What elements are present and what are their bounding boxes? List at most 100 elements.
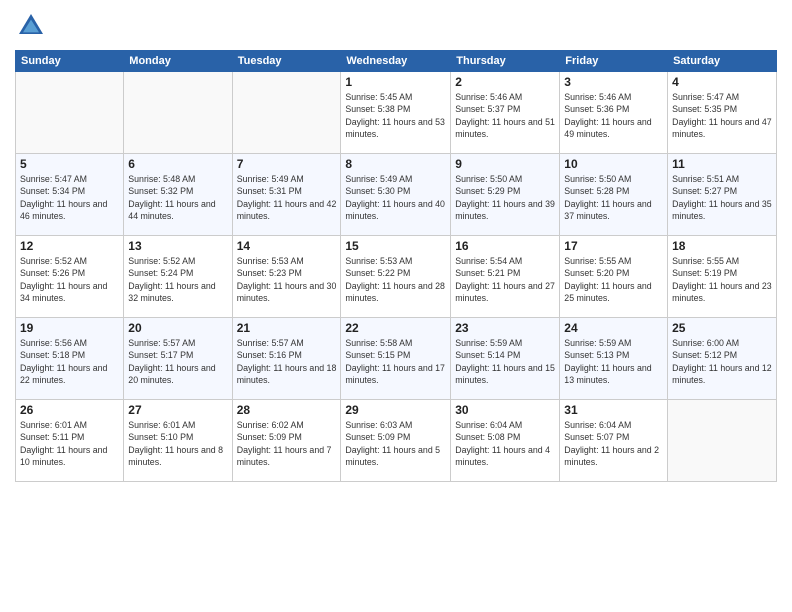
cell-info: Sunrise: 5:55 AMSunset: 5:20 PMDaylight:… (564, 255, 663, 304)
calendar-cell: 3 Sunrise: 5:46 AMSunset: 5:36 PMDaylight… (560, 72, 668, 154)
calendar-cell: 12 Sunrise: 5:52 AMSunset: 5:26 PMDayligh… (16, 236, 124, 318)
calendar-cell: 10 Sunrise: 5:50 AMSunset: 5:28 PMDayligh… (560, 154, 668, 236)
cell-info: Sunrise: 6:01 AMSunset: 5:10 PMDaylight:… (128, 419, 227, 468)
calendar-header-wednesday: Wednesday (341, 51, 451, 72)
cell-day-number: 18 (672, 239, 772, 253)
calendar-cell: 20Sunrise: 5:57 AMSunset: 5:17 PMDayligh… (124, 318, 232, 400)
calendar-cell: 8 Sunrise: 5:49 AMSunset: 5:30 PMDaylight… (341, 154, 451, 236)
cell-day-number: 7 (237, 157, 337, 171)
calendar-cell: 14Sunrise: 5:53 AMSunset: 5:23 PMDayligh… (232, 236, 341, 318)
cell-day-number: 10 (564, 157, 663, 171)
calendar-week-5: 26 Sunrise: 6:01 AMSunset: 5:11 PMDayligh… (16, 400, 777, 482)
cell-info: Sunrise: 5:56 AMSunset: 5:18 PMDaylight:… (20, 337, 119, 386)
cell-info: Sunrise: 5:58 AMSunset: 5:15 PMDaylight:… (345, 337, 446, 386)
cell-info: Sunrise: 5:54 AMSunset: 5:21 PMDaylight:… (455, 255, 555, 304)
calendar-header-friday: Friday (560, 51, 668, 72)
cell-day-number: 29 (345, 403, 446, 417)
cell-day-number: 26 (20, 403, 119, 417)
cell-info: Sunrise: 5:49 AMSunset: 5:30 PMDaylight:… (345, 173, 446, 222)
cell-day-number: 25 (672, 321, 772, 335)
calendar-cell: 21 Sunrise: 5:57 AMSunset: 5:16 PMDayligh… (232, 318, 341, 400)
calendar-week-3: 12 Sunrise: 5:52 AMSunset: 5:26 PMDayligh… (16, 236, 777, 318)
cell-day-number: 28 (237, 403, 337, 417)
calendar-cell: 27 Sunrise: 6:01 AMSunset: 5:10 PMDayligh… (124, 400, 232, 482)
calendar-cell (124, 72, 232, 154)
calendar-cell: 18 Sunrise: 5:55 AMSunset: 5:19 PMDayligh… (668, 236, 777, 318)
calendar-cell: 29 Sunrise: 6:03 AMSunset: 5:09 PMDayligh… (341, 400, 451, 482)
cell-day-number: 13 (128, 239, 227, 253)
cell-info: Sunrise: 5:51 AMSunset: 5:27 PMDaylight:… (672, 173, 772, 222)
cell-day-number: 2 (455, 75, 555, 89)
cell-info: Sunrise: 6:04 AMSunset: 5:08 PMDaylight:… (455, 419, 555, 468)
cell-day-number: 12 (20, 239, 119, 253)
calendar-cell: 31Sunrise: 6:04 AMSunset: 5:07 PMDayligh… (560, 400, 668, 482)
cell-info: Sunrise: 5:57 AMSunset: 5:16 PMDaylight:… (237, 337, 337, 386)
calendar-header-tuesday: Tuesday (232, 51, 341, 72)
cell-day-number: 17 (564, 239, 663, 253)
cell-info: Sunrise: 6:03 AMSunset: 5:09 PMDaylight:… (345, 419, 446, 468)
calendar-header-row: SundayMondayTuesdayWednesdayThursdayFrid… (16, 51, 777, 72)
calendar-cell: 24 Sunrise: 5:59 AMSunset: 5:13 PMDayligh… (560, 318, 668, 400)
cell-info: Sunrise: 5:48 AMSunset: 5:32 PMDaylight:… (128, 173, 227, 222)
calendar-cell: 22 Sunrise: 5:58 AMSunset: 5:15 PMDayligh… (341, 318, 451, 400)
cell-day-number: 27 (128, 403, 227, 417)
cell-day-number: 30 (455, 403, 555, 417)
calendar-cell: 5 Sunrise: 5:47 AMSunset: 5:34 PMDaylight… (16, 154, 124, 236)
cell-info: Sunrise: 5:49 AMSunset: 5:31 PMDaylight:… (237, 173, 337, 222)
calendar-cell: 30 Sunrise: 6:04 AMSunset: 5:08 PMDayligh… (451, 400, 560, 482)
calendar-cell: 25 Sunrise: 6:00 AMSunset: 5:12 PMDayligh… (668, 318, 777, 400)
calendar-cell: 9 Sunrise: 5:50 AMSunset: 5:29 PMDaylight… (451, 154, 560, 236)
cell-info: Sunrise: 6:01 AMSunset: 5:11 PMDaylight:… (20, 419, 119, 468)
cell-info: Sunrise: 5:46 AMSunset: 5:36 PMDaylight:… (564, 91, 663, 140)
cell-day-number: 15 (345, 239, 446, 253)
cell-info: Sunrise: 6:00 AMSunset: 5:12 PMDaylight:… (672, 337, 772, 386)
calendar-week-2: 5 Sunrise: 5:47 AMSunset: 5:34 PMDaylight… (16, 154, 777, 236)
calendar-cell (232, 72, 341, 154)
logo-icon (15, 10, 47, 42)
cell-info: Sunrise: 6:04 AMSunset: 5:07 PMDaylight:… (564, 419, 663, 468)
cell-day-number: 9 (455, 157, 555, 171)
cell-info: Sunrise: 5:50 AMSunset: 5:28 PMDaylight:… (564, 173, 663, 222)
cell-day-number: 11 (672, 157, 772, 171)
calendar-cell: 4 Sunrise: 5:47 AMSunset: 5:35 PMDaylight… (668, 72, 777, 154)
cell-day-number: 8 (345, 157, 446, 171)
calendar-cell (16, 72, 124, 154)
calendar-cell: 1Sunrise: 5:45 AMSunset: 5:38 PMDaylight… (341, 72, 451, 154)
cell-day-number: 24 (564, 321, 663, 335)
calendar-cell: 28Sunrise: 6:02 AMSunset: 5:09 PMDayligh… (232, 400, 341, 482)
cell-info: Sunrise: 5:52 AMSunset: 5:24 PMDaylight:… (128, 255, 227, 304)
cell-day-number: 16 (455, 239, 555, 253)
calendar-cell: 13 Sunrise: 5:52 AMSunset: 5:24 PMDayligh… (124, 236, 232, 318)
cell-day-number: 3 (564, 75, 663, 89)
calendar-cell: 11 Sunrise: 5:51 AMSunset: 5:27 PMDayligh… (668, 154, 777, 236)
cell-day-number: 19 (20, 321, 119, 335)
calendar-cell: 19 Sunrise: 5:56 AMSunset: 5:18 PMDayligh… (16, 318, 124, 400)
calendar-cell: 15Sunrise: 5:53 AMSunset: 5:22 PMDayligh… (341, 236, 451, 318)
cell-info: Sunrise: 5:59 AMSunset: 5:13 PMDaylight:… (564, 337, 663, 386)
logo (15, 10, 51, 42)
calendar-cell: 26 Sunrise: 6:01 AMSunset: 5:11 PMDayligh… (16, 400, 124, 482)
cell-info: Sunrise: 5:46 AMSunset: 5:37 PMDaylight:… (455, 91, 555, 140)
cell-day-number: 5 (20, 157, 119, 171)
cell-day-number: 4 (672, 75, 772, 89)
cell-day-number: 22 (345, 321, 446, 335)
cell-info: Sunrise: 5:53 AMSunset: 5:23 PMDaylight:… (237, 255, 337, 304)
cell-info: Sunrise: 5:47 AMSunset: 5:34 PMDaylight:… (20, 173, 119, 222)
cell-info: Sunrise: 5:52 AMSunset: 5:26 PMDaylight:… (20, 255, 119, 304)
calendar-cell: 23Sunrise: 5:59 AMSunset: 5:14 PMDayligh… (451, 318, 560, 400)
cell-info: Sunrise: 5:50 AMSunset: 5:29 PMDaylight:… (455, 173, 555, 222)
calendar-cell: 6Sunrise: 5:48 AMSunset: 5:32 PMDaylight… (124, 154, 232, 236)
page: SundayMondayTuesdayWednesdayThursdayFrid… (0, 0, 792, 612)
cell-info: Sunrise: 5:57 AMSunset: 5:17 PMDaylight:… (128, 337, 227, 386)
cell-info: Sunrise: 5:55 AMSunset: 5:19 PMDaylight:… (672, 255, 772, 304)
calendar-table: SundayMondayTuesdayWednesdayThursdayFrid… (15, 50, 777, 482)
calendar-week-4: 19 Sunrise: 5:56 AMSunset: 5:18 PMDayligh… (16, 318, 777, 400)
cell-info: Sunrise: 5:47 AMSunset: 5:35 PMDaylight:… (672, 91, 772, 140)
cell-day-number: 21 (237, 321, 337, 335)
calendar-cell: 17 Sunrise: 5:55 AMSunset: 5:20 PMDayligh… (560, 236, 668, 318)
calendar-header-monday: Monday (124, 51, 232, 72)
calendar-cell: 16 Sunrise: 5:54 AMSunset: 5:21 PMDayligh… (451, 236, 560, 318)
header (15, 10, 777, 42)
calendar-header-saturday: Saturday (668, 51, 777, 72)
calendar-cell: 2 Sunrise: 5:46 AMSunset: 5:37 PMDaylight… (451, 72, 560, 154)
